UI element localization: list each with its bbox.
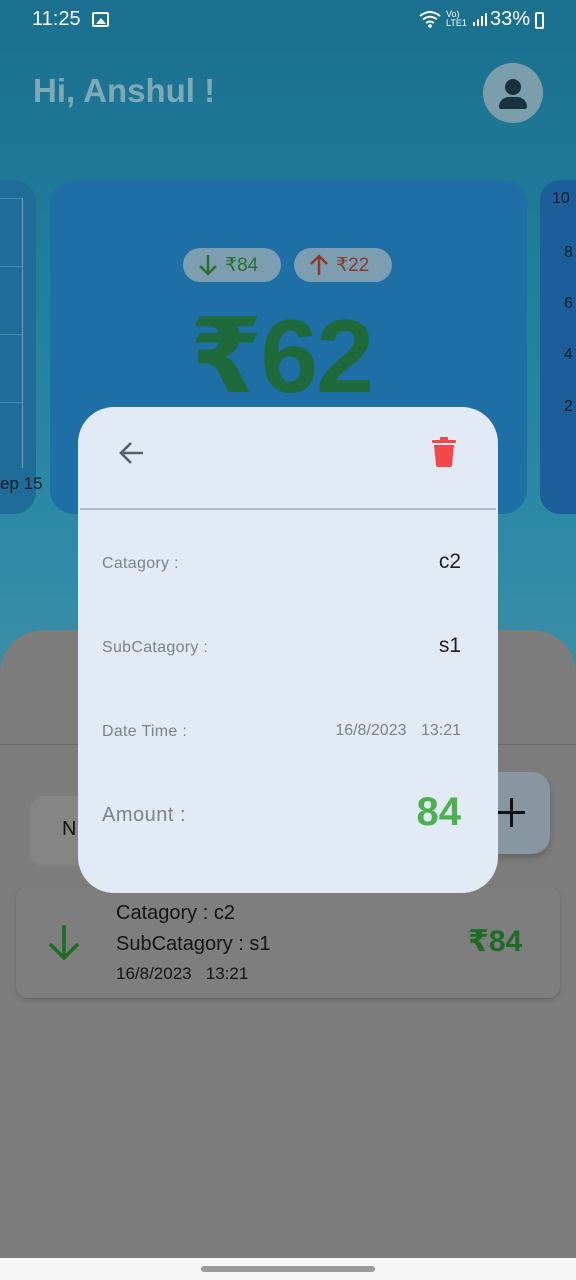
trash-icon[interactable] bbox=[432, 437, 456, 467]
transaction-amount: ₹84 bbox=[468, 925, 523, 958]
subcategory-value: s1 bbox=[438, 634, 461, 657]
gallery-notification-icon bbox=[92, 12, 109, 27]
transaction-subcategory: SubCatagory : s1 bbox=[116, 933, 271, 955]
status-time: 11:25 bbox=[32, 8, 81, 30]
arrow-left-icon[interactable] bbox=[117, 438, 147, 468]
filter-chip-label: N bbox=[62, 818, 77, 840]
person-icon bbox=[505, 79, 521, 95]
expense-pill: ₹22 bbox=[294, 248, 392, 282]
expense-amount: ₹22 bbox=[336, 254, 370, 276]
category-value: c2 bbox=[438, 550, 461, 573]
datetime-label: Date Time : bbox=[102, 723, 188, 740]
y-axis-label: 6 bbox=[564, 295, 573, 312]
amount-label: Amount : bbox=[102, 804, 187, 826]
network-label: Vo) LTE1 bbox=[446, 9, 467, 28]
plus-icon-vertical bbox=[510, 798, 513, 827]
arrow-down-icon bbox=[48, 925, 80, 961]
income-amount: ₹84 bbox=[225, 254, 259, 276]
y-axis-label: 4 bbox=[564, 346, 573, 363]
y-axis-label: 2 bbox=[564, 398, 573, 415]
wifi-icon bbox=[419, 11, 441, 28]
chart-x-label: ep 15 bbox=[0, 474, 43, 493]
income-pill: ₹84 bbox=[183, 248, 281, 282]
battery-percentage: 33% bbox=[490, 8, 531, 30]
subcategory-label: SubCatagory : bbox=[102, 639, 209, 656]
transaction-category: Catagory : c2 bbox=[116, 902, 235, 924]
datetime-value: 16/8/2023 13:21 bbox=[335, 722, 461, 740]
person-icon-body bbox=[499, 97, 527, 109]
dialog-divider bbox=[80, 508, 496, 510]
balance-amount: ₹62 bbox=[190, 299, 374, 415]
home-gesture-handle[interactable] bbox=[201, 1266, 375, 1272]
greeting-text: Hi, Anshul ! bbox=[33, 72, 216, 109]
network-status: Vo) LTE1 bbox=[418, 10, 488, 28]
y-axis-label: 10 bbox=[552, 190, 570, 207]
time-value: 13:21 bbox=[420, 722, 461, 739]
transaction-datetime: 16/8/2023 13:21 bbox=[116, 964, 249, 983]
chart-card-left[interactable] bbox=[0, 180, 36, 514]
chart-grid bbox=[0, 198, 23, 468]
battery-icon bbox=[535, 12, 544, 29]
arrow-up-icon bbox=[310, 254, 328, 275]
y-axis-label: 8 bbox=[564, 244, 573, 261]
category-label: Catagory : bbox=[102, 555, 179, 572]
amount-value: 84 bbox=[416, 790, 462, 834]
date-value: 16/8/2023 bbox=[335, 722, 407, 739]
arrow-down-icon bbox=[199, 255, 217, 276]
signal-icon bbox=[473, 13, 487, 26]
